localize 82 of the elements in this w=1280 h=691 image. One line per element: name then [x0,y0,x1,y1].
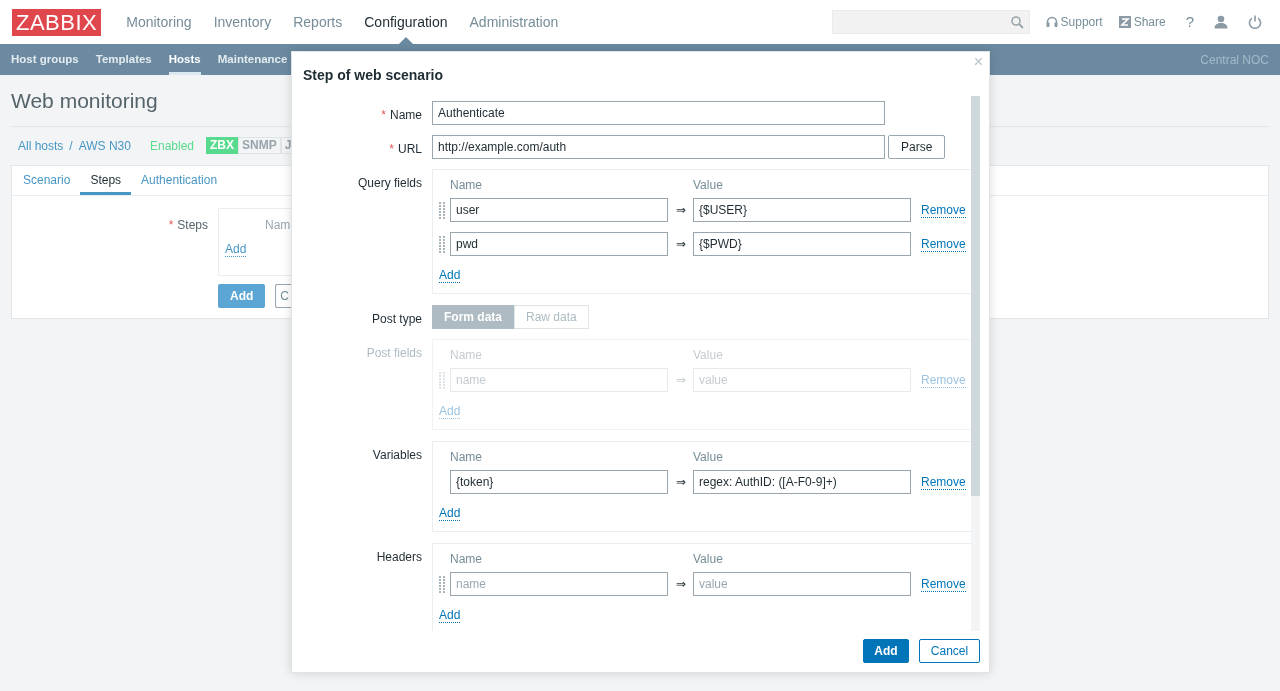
breadcrumb-separator: / [69,137,73,155]
close-button[interactable]: × [973,54,983,70]
drag-handle-icon[interactable] [439,201,445,219]
remove-link[interactable]: Remove [921,236,966,252]
value-field[interactable]: regex: AuthID: ([A-F0-9]+) [693,470,911,494]
name-field[interactable]: pwd [450,232,668,256]
power-icon[interactable] [1248,15,1262,29]
name-field[interactable]: name [450,572,668,596]
post-type-option[interactable]: Raw data [514,305,589,329]
column-header: Value [693,448,723,466]
drag-handle-icon[interactable] [439,235,445,253]
form-tab[interactable]: Authentication [131,165,228,195]
sub-menu-item[interactable]: Host groups [11,44,79,75]
logo[interactable]: ZABBIX [12,8,102,36]
required-mark: * [389,141,394,158]
drag-handle-icon[interactable] [439,575,445,593]
add-link[interactable]: Add [439,506,461,521]
value-field[interactable]: {$PWD} [693,232,911,256]
support-link[interactable]: Support [1045,13,1103,31]
add-button[interactable]: Add [218,283,266,308]
form-tab[interactable]: Scenario [13,165,81,195]
share-link[interactable]: Share [1118,13,1166,31]
column-header: Value [693,550,723,568]
name-field[interactable]: user [450,198,668,222]
column-header: Name [450,448,483,466]
sub-menu-item[interactable]: Maintenance [217,44,288,75]
field-label: Query fields [357,175,422,192]
column-header: Value [693,346,723,364]
scrollbar[interactable] [971,96,980,631]
add-button[interactable]: Add [863,639,909,663]
main-menu-item[interactable]: Monitoring [115,11,203,33]
breadcrumb-link[interactable]: AWS N30 [78,136,131,155]
column-header: Value [693,176,723,194]
value-field[interactable]: value [693,572,911,596]
text-field[interactable]: Authenticate [432,101,885,125]
search-field[interactable] [831,10,1030,34]
help-button[interactable]: ? [1185,10,1194,34]
availability-badge: SNMP [238,137,281,154]
post-type-option[interactable]: Form data [432,305,514,329]
parse-button[interactable]: Parse [888,135,946,159]
name-field[interactable]: {token} [450,470,668,494]
sub-menu-item[interactable]: Templates [95,44,152,75]
server-name: Central NOC [1200,51,1269,69]
remove-link[interactable]: Remove [921,474,966,490]
add-link[interactable]: Add [439,268,461,283]
field-label: Post type [371,311,422,328]
field-label: Steps [177,216,208,234]
search-icon [1010,15,1024,29]
column-header: Name [450,176,483,194]
cancel-button[interactable]: Cancel [919,639,980,663]
field-label: Post fields [366,345,422,362]
required-mark: * [381,107,386,124]
form-tab[interactable]: Steps [80,165,132,195]
user-icon[interactable] [1214,15,1228,29]
add-link[interactable]: Add [439,608,461,623]
field-label: URL [398,141,422,158]
arrow-separator: ⇒ [674,372,687,389]
breadcrumb-link[interactable]: All hosts [18,136,64,155]
host-status: Enabled [149,137,194,155]
arrow-separator: ⇒ [674,202,687,219]
remove-link[interactable]: Remove [921,202,966,218]
arrow-separator: ⇒ [674,576,687,593]
availability-badge: ZBX [206,137,238,154]
arrow-separator: ⇒ [674,236,687,253]
required-mark: * [168,216,174,234]
headset-icon [1045,16,1058,28]
value-field[interactable]: {$USER} [693,198,911,222]
sub-menu-item[interactable]: Hosts [168,44,201,75]
column-header: Name [450,346,483,364]
remove-link[interactable]: Remove [921,576,966,592]
field-label: Headers [376,549,422,566]
main-menu-item[interactable]: Inventory [202,11,283,33]
share-icon [1118,16,1131,28]
column-header: Nam [265,216,291,234]
main-menu-item[interactable]: Reports [282,11,354,33]
field-label: Name [390,107,422,124]
arrow-separator: ⇒ [674,474,687,491]
main-menu-item[interactable]: Administration [458,11,570,33]
field-label: Variables [372,447,422,464]
text-field[interactable]: http://example.com/auth [432,135,885,159]
column-header: Name [450,550,483,568]
add-link[interactable]: Add [225,241,247,257]
